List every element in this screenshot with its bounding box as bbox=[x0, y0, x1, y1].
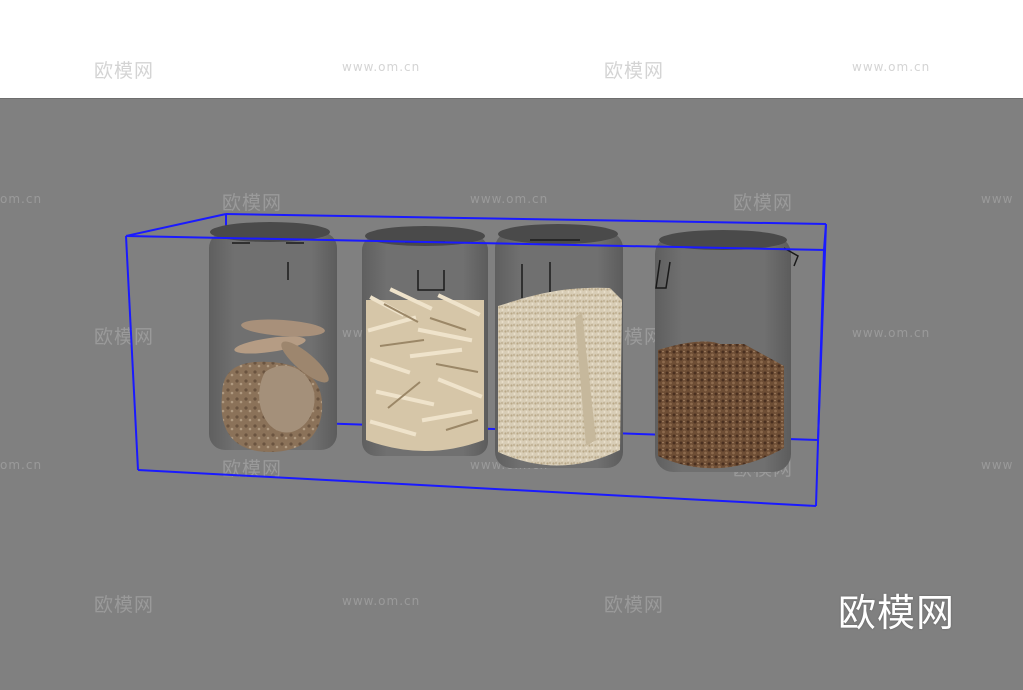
jar-cookies bbox=[209, 222, 337, 452]
jar-pasta bbox=[362, 226, 488, 456]
jar-rice bbox=[495, 224, 623, 468]
jar-coffee-beans bbox=[655, 230, 799, 472]
brand-logo-watermark: 欧模网 bbox=[838, 591, 956, 635]
